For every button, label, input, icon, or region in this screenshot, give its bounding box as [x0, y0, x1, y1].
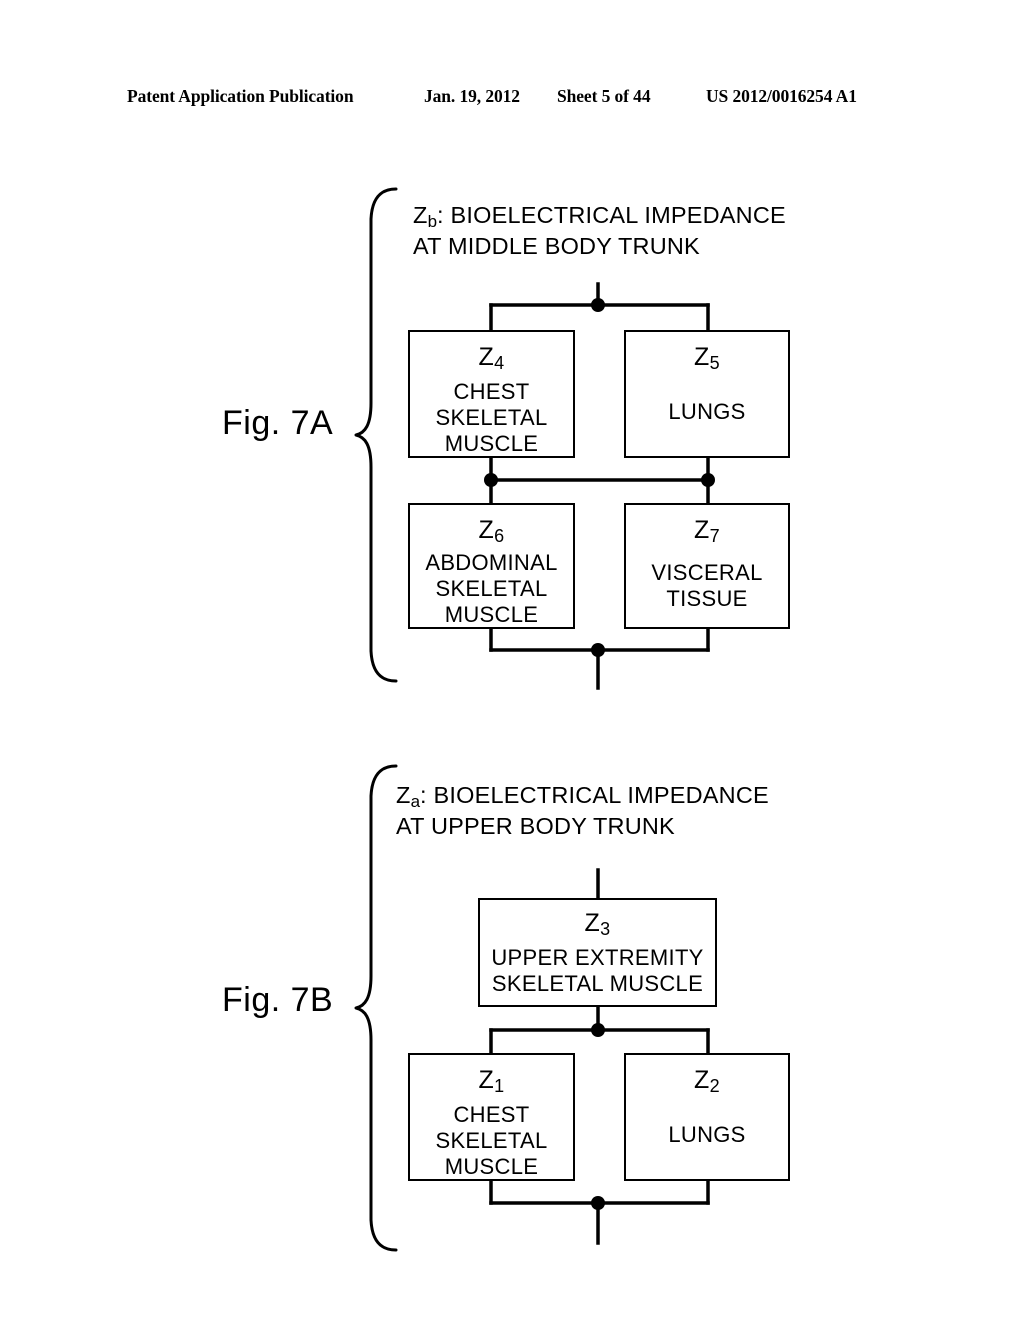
- impedance-block-z3-description: UPPER EXTREMITY SKELETAL MUSCLE: [491, 945, 704, 996]
- z1-symbol-text: Z: [478, 1066, 495, 1094]
- figure-7b-title-subscript: a: [410, 792, 421, 811]
- z2-subscript-text: 2: [709, 1076, 720, 1096]
- z2-symbol-text: Z: [694, 1066, 710, 1094]
- z3-subscript-text: 3: [600, 919, 611, 939]
- figure-7b-title-symbol: Z: [396, 782, 411, 808]
- junction-dot-lower: [591, 1196, 605, 1210]
- figure-7b-title-line2: AT UPPER BODY TRUNK: [396, 813, 675, 839]
- impedance-block-z1-symbol: Z1: [478, 1066, 505, 1097]
- junction-dot-upper: [591, 1023, 605, 1037]
- impedance-block-z3: Z3 UPPER EXTREMITY SKELETAL MUSCLE: [478, 898, 717, 1007]
- impedance-block-z2: Z2 LUNGS: [624, 1053, 790, 1181]
- figure-7b: Fig. 7B Za: BIOELECTRICAL IMPEDANCE AT U…: [0, 0, 1024, 1320]
- impedance-block-z2-description: LUNGS: [668, 1122, 746, 1147]
- impedance-block-z2-symbol: Z2: [694, 1066, 720, 1097]
- z1-subscript-text: 1: [494, 1076, 505, 1096]
- figure-7b-label: Fig. 7B: [222, 981, 334, 1019]
- impedance-block-z1: Z1 CHEST SKELETAL MUSCLE: [408, 1053, 575, 1181]
- impedance-block-z3-symbol: Z3: [584, 909, 611, 940]
- figure-7b-title-rest: : BIOELECTRICAL IMPEDANCE: [420, 782, 769, 808]
- z3-symbol-text: Z: [584, 909, 601, 937]
- impedance-block-z1-description: CHEST SKELETAL MUSCLE: [435, 1102, 548, 1179]
- figure-7b-title: Za: BIOELECTRICAL IMPEDANCE AT UPPER BOD…: [396, 781, 769, 841]
- figure-7b-title-line1: Za: BIOELECTRICAL IMPEDANCE: [396, 781, 769, 812]
